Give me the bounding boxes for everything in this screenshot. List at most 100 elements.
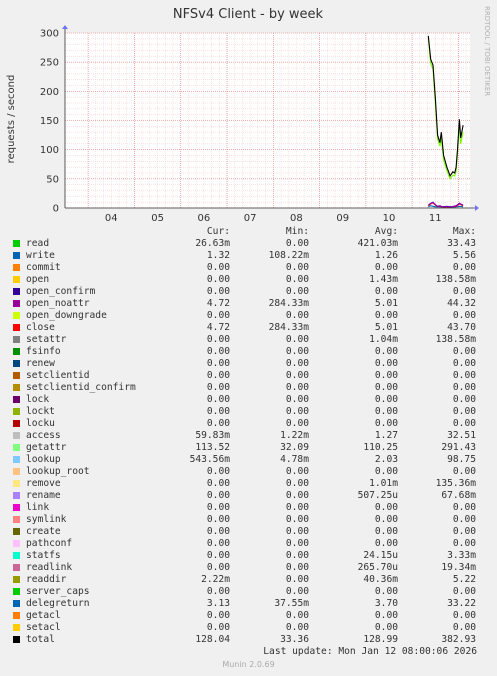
- legend-max-value: 0.00: [452, 514, 476, 525]
- y-tick-label: 300: [40, 29, 59, 40]
- x-tick-label: 04: [105, 213, 118, 224]
- legend-swatch: [13, 444, 20, 451]
- legend-min-value: 0.00: [285, 490, 309, 501]
- legend-swatch: [13, 624, 20, 631]
- legend-swatch: [13, 420, 20, 427]
- legend-min-value: 32.09: [280, 442, 309, 453]
- legend-max-value: 32.51: [447, 430, 476, 441]
- legend-series-name: symlink: [26, 514, 67, 525]
- legend-cur-value: 0.00: [206, 502, 230, 513]
- legend-swatch: [13, 396, 20, 403]
- legend-cur-value: 0.00: [206, 358, 230, 369]
- legend-swatch: [13, 408, 20, 415]
- legend-cur-value: 113.52: [195, 442, 230, 453]
- legend-swatch: [13, 492, 20, 499]
- legend-min-value: 0.00: [285, 478, 309, 489]
- legend-swatch: [13, 252, 20, 259]
- legend-row: locku 0.00 0.00 0.00 0.00: [0, 418, 497, 430]
- legend-row: delegreturn 3.13 37.55m 3.70 33.22: [0, 598, 497, 610]
- legend-cur-value: 4.72: [206, 298, 230, 309]
- legend-avg-value: 3.70: [374, 598, 398, 609]
- legend-avg-value: 0.00: [374, 262, 398, 273]
- legend-min-value: 0.00: [285, 382, 309, 393]
- legend-row: lockt 0.00 0.00 0.00 0.00: [0, 406, 497, 418]
- legend-max-value: 0.00: [452, 394, 476, 405]
- legend-swatch: [13, 456, 20, 463]
- legend-row: write 1.32 108.22m 1.26 5.56: [0, 250, 497, 262]
- legend-min-value: 0.00: [285, 406, 309, 417]
- legend-cur-value: 0.00: [206, 466, 230, 477]
- legend-max-value: 0.00: [452, 466, 476, 477]
- x-tick-label: 11: [429, 213, 442, 224]
- legend-header-avg: Avg:: [374, 226, 398, 237]
- legend-series-name: access: [26, 430, 61, 441]
- legend-avg-value: 0.00: [374, 358, 398, 369]
- legend-row: setacl 0.00 0.00 0.00 0.00: [0, 622, 497, 634]
- legend-avg-value: 0.00: [374, 394, 398, 405]
- legend-swatch: [13, 504, 20, 511]
- legend-cur-value: 0.00: [206, 382, 230, 393]
- legend-series-name: open_noattr: [26, 298, 90, 309]
- legend-series-name: getacl: [26, 610, 61, 621]
- legend-avg-value: 128.99: [363, 634, 398, 645]
- legend-cur-value: 0.00: [206, 490, 230, 501]
- legend-cur-value: 0.00: [206, 538, 230, 549]
- legend-swatch: [13, 528, 20, 535]
- legend-min-value: 0.00: [285, 238, 309, 249]
- legend-swatch: [13, 564, 20, 571]
- legend-avg-value: 0.00: [374, 382, 398, 393]
- legend-max-value: 0.00: [452, 346, 476, 357]
- legend-cur-value: 0.00: [206, 586, 230, 597]
- legend-cur-value: 0.00: [206, 334, 230, 345]
- legend-min-value: 0.00: [285, 370, 309, 381]
- legend-swatch: [13, 540, 20, 547]
- legend-row: open_noattr 4.72 284.33m 5.01 44.32: [0, 298, 497, 310]
- legend-row: total 128.04 33.36 128.99 382.93: [0, 634, 497, 646]
- legend-swatch: [13, 372, 20, 379]
- legend-header-max: Max:: [452, 226, 476, 237]
- legend-row: setattr 0.00 0.00 1.04m 138.58m: [0, 334, 497, 346]
- legend-row: lookup 543.56m 4.78m 2.03 98.75: [0, 454, 497, 466]
- legend-min-value: 284.33m: [268, 298, 309, 309]
- legend-avg-value: 0.00: [374, 286, 398, 297]
- legend-row: setclientid 0.00 0.00 0.00 0.00: [0, 370, 497, 382]
- legend-max-value: 291.43: [441, 442, 476, 453]
- legend-max-value: 43.70: [447, 322, 476, 333]
- legend-avg-value: 110.25: [363, 442, 398, 453]
- legend-max-value: 5.22: [452, 574, 476, 585]
- legend-row: renew 0.00 0.00 0.00 0.00: [0, 358, 497, 370]
- legend-min-value: 0.00: [285, 310, 309, 321]
- y-axis-arrow: [62, 25, 68, 29]
- legend-row: readdir 2.22m 0.00 40.36m 5.22: [0, 574, 497, 586]
- legend-cur-value: 3.13: [206, 598, 230, 609]
- legend-min-value: 0.00: [285, 562, 309, 573]
- legend-cur-value: 0.00: [206, 286, 230, 297]
- legend-cur-value: 0.00: [206, 346, 230, 357]
- legend-series-name: statfs: [26, 550, 61, 561]
- legend-series-name: lock: [26, 394, 50, 405]
- legend-min-value: 108.22m: [268, 250, 309, 261]
- legend-min-value: 1.22m: [280, 430, 309, 441]
- legend-min-value: 0.00: [285, 466, 309, 477]
- legend-series-name: open: [26, 274, 50, 285]
- x-tick-label: 06: [197, 213, 210, 224]
- legend-avg-value: 1.43m: [369, 274, 398, 285]
- legend-avg-value: 5.01: [374, 322, 398, 333]
- legend-avg-value: 5.01: [374, 298, 398, 309]
- legend-swatch: [13, 588, 20, 595]
- x-tick-label: 09: [336, 213, 349, 224]
- legend-avg-value: 0.00: [374, 622, 398, 633]
- legend-row: commit 0.00 0.00 0.00 0.00: [0, 262, 497, 274]
- legend-max-value: 33.22: [447, 598, 476, 609]
- legend-min-value: 0.00: [285, 286, 309, 297]
- x-axis-arrow: [475, 205, 479, 211]
- legend-row: getacl 0.00 0.00 0.00 0.00: [0, 610, 497, 622]
- legend-swatch: [13, 600, 20, 607]
- legend-swatch: [13, 336, 20, 343]
- legend-cur-value: 128.04: [195, 634, 230, 645]
- legend-avg-value: 0.00: [374, 610, 398, 621]
- y-tick-label: 150: [40, 116, 59, 127]
- legend-row: rename 0.00 0.00 507.25u 67.68m: [0, 490, 497, 502]
- legend-max-value: 0.00: [452, 502, 476, 513]
- legend-swatch: [13, 636, 20, 643]
